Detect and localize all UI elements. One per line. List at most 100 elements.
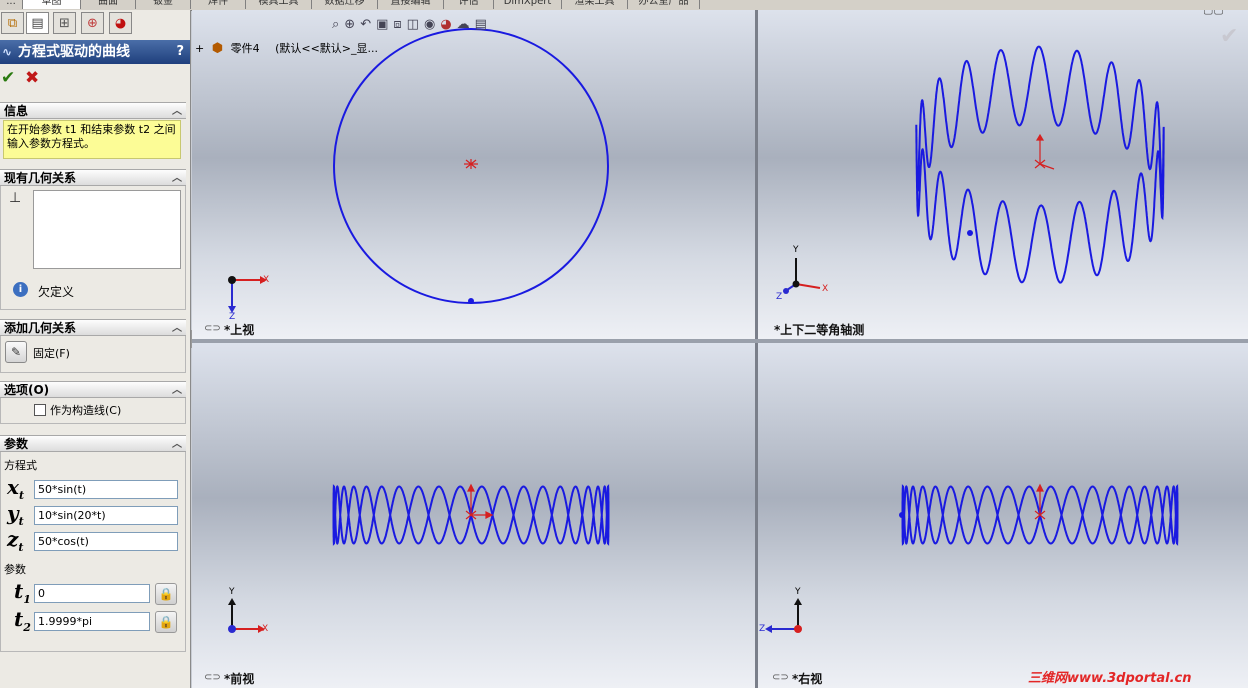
check-icon: ✔	[1, 68, 16, 88]
add-relations-header[interactable]: 添加几何关系 ︿	[0, 319, 186, 336]
property-manager-tab[interactable]: ▤	[26, 12, 49, 34]
triad-y-label: Y	[795, 587, 801, 597]
viewport-maximize-icon[interactable]: ▢▢	[1203, 10, 1224, 16]
tab-render-tools[interactable]: 渲染工具	[562, 0, 628, 9]
collapse-chevron-icon[interactable]: ︿	[172, 103, 182, 120]
tab-surfaces[interactable]: 曲面	[81, 0, 136, 9]
view-triad	[765, 598, 802, 633]
tab-features[interactable]: ...	[0, 0, 23, 9]
options-label: 选项(O)	[4, 383, 50, 397]
tab-office-products[interactable]: 办公室产品	[628, 0, 700, 9]
hide-show-icon[interactable]: ◉	[424, 17, 435, 32]
apply-scene-icon[interactable]: ☁	[457, 17, 470, 32]
triad-x-label: X	[263, 275, 270, 285]
feature-tree-flyout[interactable]: + ⬢ 零件4 (默认<<默认>_显...	[195, 40, 378, 56]
iso-view-canvas	[783, 45, 1165, 294]
param-label: 参数	[4, 563, 26, 576]
fixed-relation-button[interactable]: ✎	[5, 341, 27, 363]
options-body: 作为构造线(C)	[0, 398, 186, 424]
confirmation-corner-check-icon[interactable]: ✔	[1220, 24, 1238, 49]
viewport-top[interactable]: X Z + ⬢ 零件4 (默认<<默认>_显... ⌕ ⊕ ↶ ▣ ⧈ ◫ ◉ …	[192, 10, 755, 339]
parameters-header[interactable]: 参数 ︿	[0, 435, 186, 452]
zoom-to-area-icon[interactable]: ⊕	[344, 17, 355, 32]
tab-sheetmetal[interactable]: 钣金	[136, 0, 191, 9]
relations-list[interactable]	[33, 190, 181, 269]
view-settings-icon[interactable]: ▤	[475, 17, 487, 32]
dimxpert-icon: ⊕	[87, 15, 98, 31]
equation-curve-icon: ∿	[2, 45, 13, 59]
viewport-right[interactable]: Y Z ⊂⊃ *右视 三维网www.3dportal.cn	[758, 343, 1248, 688]
property-manager-panel: ⧉ ▤ ⊞ ⊕ ◕ ∿ 方程式驱动的曲线 ? ✔ ✖ 信息 ︿ 在开始参数 t1…	[0, 10, 191, 688]
xt-equation-input[interactable]: 50*sin(t)	[34, 480, 178, 499]
existing-relations-header[interactable]: 现有几何关系 ︿	[0, 169, 186, 186]
zt-equation-input[interactable]: 50*cos(t)	[34, 532, 178, 551]
t1-start-input[interactable]: 0	[34, 584, 150, 603]
info-section-header[interactable]: 信息 ︿	[0, 102, 186, 119]
display-icon: ◕	[114, 15, 127, 31]
ok-button[interactable]: ✔	[1, 68, 19, 88]
part-name[interactable]: 零件4	[231, 42, 260, 55]
t1-lock-button[interactable]: 🔒	[155, 583, 177, 605]
t2-end-input[interactable]: 1.9999*pi	[34, 612, 150, 631]
t2-lock-button[interactable]: 🔒	[155, 611, 177, 633]
viewport-horizontal-divider[interactable]	[192, 339, 1248, 343]
collapse-chevron-icon[interactable]: ︿	[172, 382, 182, 399]
view-orientation-icon[interactable]: ⧈	[393, 17, 401, 32]
yt-equation-input[interactable]: 10*sin(20*t)	[34, 506, 178, 525]
viewport-link-icon[interactable]: ⊂⊃	[204, 323, 221, 334]
expand-icon[interactable]: +	[195, 42, 204, 55]
tab-data-migration[interactable]: 数据迁移	[312, 0, 378, 9]
configuration-manager-tab[interactable]: ⊞	[53, 12, 76, 34]
existing-relations-label: 现有几何关系	[4, 171, 77, 185]
tab-evaluate[interactable]: 评估	[444, 0, 494, 9]
watermark: 三维网www.3dportal.cn	[1028, 671, 1192, 686]
info-header-label: 信息	[4, 104, 29, 118]
tab-dimxpert[interactable]: DimXpert	[494, 0, 562, 9]
zoom-to-fit-icon[interactable]: ⌕	[332, 17, 339, 32]
status-underdefined: 欠定义	[38, 285, 75, 299]
collapse-chevron-icon[interactable]: ︿	[172, 436, 182, 453]
property-manager-title-bar: ∿ 方程式驱动的曲线 ?	[0, 40, 190, 64]
yt-symbol: yt	[7, 501, 24, 528]
parameters-label: 参数	[4, 437, 29, 451]
tab-weldments[interactable]: 焊件	[191, 0, 246, 9]
view-label-front: *前视	[224, 672, 255, 686]
previous-view-icon[interactable]: ↶	[360, 17, 371, 32]
zt-symbol: zt	[7, 527, 24, 554]
display-style-icon[interactable]: ◫	[407, 17, 419, 32]
display-manager-tab[interactable]: ◕	[109, 12, 132, 34]
cancel-button[interactable]: ✖	[25, 68, 43, 88]
triad-x-label: X	[822, 284, 829, 294]
tab-direct-editing[interactable]: 直接编辑	[378, 0, 444, 9]
viewport-front[interactable]: Y X ⊂⊃ *前视	[192, 343, 755, 688]
feature-manager-tab[interactable]: ⧉	[1, 12, 24, 34]
info-circle-icon: i	[13, 282, 28, 297]
relation-icon: ⊥	[9, 190, 22, 206]
origin-marker	[464, 159, 478, 169]
heads-up-view-toolbar: ⌕ ⊕ ↶ ▣ ⧈ ◫ ◉ ◕ ☁ ▤	[332, 17, 487, 32]
origin-marker	[1034, 133, 1055, 170]
viewport-isometric[interactable]: Y X Z ✔ ▢▢ *上下二等角轴测	[758, 10, 1248, 339]
view-label-top: *上视	[224, 323, 255, 337]
tab-mold-tools[interactable]: 模具工具	[246, 0, 312, 9]
collapse-chevron-icon[interactable]: ︿	[172, 170, 182, 187]
edit-appearance-icon[interactable]: ◕	[440, 17, 451, 32]
lock-icon: 🔒	[158, 587, 174, 601]
section-view-icon[interactable]: ▣	[376, 17, 388, 32]
viewport-vertical-divider[interactable]	[755, 10, 758, 688]
viewport-link-icon[interactable]: ⊂⊃	[204, 672, 221, 683]
tab-sketch[interactable]: 草图	[23, 0, 81, 9]
viewport-link-icon[interactable]: ⊂⊃	[772, 672, 789, 683]
top-view-canvas	[228, 28, 609, 313]
curve-endpoint	[899, 512, 905, 518]
view-triad	[783, 258, 821, 294]
construction-checkbox[interactable]	[34, 404, 46, 416]
help-icon[interactable]: ?	[176, 40, 184, 64]
t1-symbol: t1	[14, 579, 31, 606]
dimxpert-manager-tab[interactable]: ⊕	[81, 12, 104, 34]
view-label-iso: *上下二等角轴测	[774, 323, 865, 337]
fixed-label: 固定(F)	[33, 347, 70, 360]
collapse-chevron-icon[interactable]: ︿	[172, 320, 182, 337]
options-header[interactable]: 选项(O) ︿	[0, 381, 186, 398]
existing-relations-body: ⊥ i 欠定义	[0, 186, 186, 310]
